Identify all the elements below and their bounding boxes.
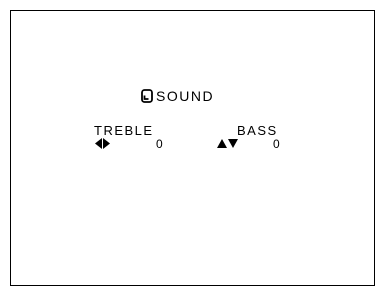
bass-label: BASS (237, 123, 278, 138)
arrow-down-icon[interactable] (228, 139, 238, 148)
menu-title: SOUND (156, 88, 215, 104)
osd-screen-frame: SOUND TREBLE 0 BASS 0 (10, 10, 375, 286)
treble-value: 0 (156, 137, 163, 151)
menu-header: SOUND (141, 89, 214, 103)
sound-menu-icon (141, 89, 153, 103)
treble-adjust-control[interactable] (95, 138, 110, 149)
arrow-up-icon[interactable] (217, 139, 227, 148)
treble-label: TREBLE (94, 123, 154, 138)
bass-adjust-control[interactable] (217, 139, 238, 148)
arrow-right-icon[interactable] (103, 138, 110, 149)
arrow-left-icon[interactable] (95, 138, 102, 149)
bass-value: 0 (273, 137, 280, 151)
